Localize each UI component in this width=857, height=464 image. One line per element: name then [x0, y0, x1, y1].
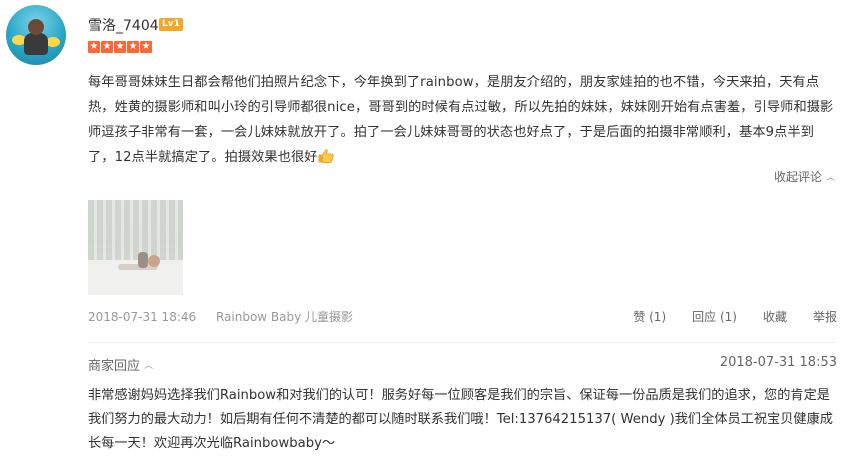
chevron-up-icon: ︿	[825, 173, 835, 183]
like-button[interactable]: 赞 (1)	[633, 308, 666, 325]
divider	[88, 342, 837, 343]
review-actions: 赞 (1) 回应 (1) 收藏 举报	[633, 308, 837, 325]
level-badge: Lv1	[159, 18, 183, 31]
chevron-up-icon: ︿	[144, 361, 154, 371]
review-body: 每年哥哥妹妹生日都会帮他们拍照片纪念下，今年换到了rainbow，是朋友介绍的，…	[88, 70, 840, 170]
review-meta: 2018-07-31 18:46 Rainbow Baby 儿童摄影	[88, 308, 353, 325]
star-icon: ★	[101, 41, 113, 53]
collapse-review-button[interactable]: 收起评论 ︿	[774, 168, 835, 185]
star-icon: ★	[140, 41, 152, 53]
avatar-float-right	[46, 37, 60, 47]
collapse-label: 收起评论	[773, 170, 822, 184]
user-avatar[interactable]	[6, 5, 66, 65]
thumbs-up-icon	[318, 149, 334, 163]
star-rating: ★ ★ ★ ★ ★	[88, 41, 152, 53]
merchant-reply-toggle[interactable]: 商家回应 ︿	[88, 355, 153, 374]
reply-button[interactable]: 回应 (1)	[692, 308, 737, 325]
star-icon: ★	[114, 41, 126, 53]
merchant-reply-date: 2018-07-31 18:53	[719, 355, 837, 370]
username[interactable]: 雪洛_7404	[88, 15, 159, 35]
star-icon: ★	[88, 41, 100, 53]
favorite-button[interactable]: 收藏	[763, 308, 787, 325]
review-text: 每年哥哥妹妹生日都会帮他们拍照片纪念下，今年换到了rainbow，是朋友介绍的，…	[88, 75, 834, 165]
shop-link[interactable]: Rainbow Baby 儿童摄影	[216, 310, 353, 324]
review-photo[interactable]	[88, 200, 183, 295]
avatar-figure-head	[28, 19, 44, 35]
review-date: 2018-07-31 18:46	[88, 310, 197, 324]
star-icon: ★	[127, 41, 139, 53]
report-button[interactable]: 举报	[813, 308, 837, 325]
merchant-reply-text: 非常感谢妈妈选择我们Rainbow和对我们的认可！服务好每一位顾客是我们的宗旨、…	[88, 388, 833, 451]
merchant-reply-label: 商家回应	[88, 359, 141, 374]
avatar-figure-body	[24, 33, 48, 55]
